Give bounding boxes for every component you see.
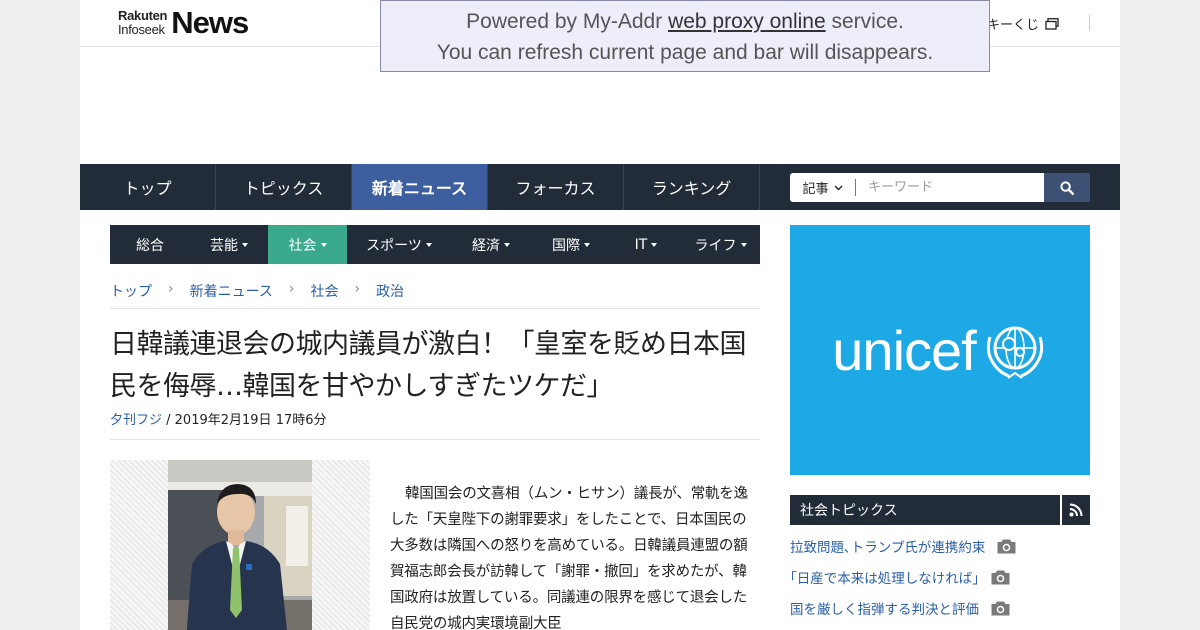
breadcrumb-separator: › — [354, 281, 361, 297]
caret-down-icon — [740, 242, 747, 247]
proxy-notice-bar: Powered by My-Addr web proxy online serv… — [380, 0, 990, 72]
breadcrumb-politics[interactable]: 政治 — [376, 281, 404, 308]
site-logo[interactable]: Rakuten Infoseek News — [118, 5, 249, 40]
rss-icon — [1069, 503, 1083, 517]
search-icon — [1060, 180, 1074, 195]
ad-logo-text: unicef — [832, 318, 976, 382]
caret-down-icon — [584, 242, 590, 247]
topic-link[interactable]: 国を厳しく指弾する判決と評価 — [790, 598, 1010, 618]
divider — [110, 439, 760, 440]
search-type-label: 記事 — [802, 182, 829, 197]
main-nav: トップ トピックス 新着ニュース フォーカス ランキング 記事 — [80, 164, 1120, 210]
breadcrumb-separator: › — [168, 281, 174, 297]
chevron-down-icon — [834, 185, 842, 190]
logo-news: News — [171, 5, 249, 40]
article-date: / 2019年2月19日 17時6分 — [162, 413, 327, 428]
main-nav-top[interactable]: トップ — [80, 164, 216, 210]
caret-down-icon — [425, 242, 432, 247]
article-photo[interactable] — [110, 460, 370, 630]
topic-link[interactable]: ｢日産で本来は処理しなければ｣ — [790, 567, 1010, 587]
caret-down-icon — [242, 242, 248, 247]
breadcrumb-latest[interactable]: 新着ニュース — [190, 281, 273, 308]
breadcrumb-society[interactable]: 社会 — [311, 281, 339, 308]
category-nav: 総合 芸能 社会 スポーツ 経済 国際 IT ライフ — [110, 225, 760, 264]
proxy-notice-line2: You can refresh current page and bar wil… — [436, 41, 934, 64]
camera-icon — [991, 601, 1010, 615]
breadcrumb-top[interactable]: トップ — [110, 281, 152, 308]
logo-brand-top: Rakuten — [118, 8, 168, 23]
topic-link[interactable]: 拉致問題､トランプ氏が連携約束 — [790, 536, 1016, 556]
article-photo-image — [168, 460, 312, 630]
proxy-notice-line1: Powered by My-Addr web proxy online serv… — [466, 10, 904, 33]
main-nav-topics[interactable]: トピックス — [216, 164, 352, 210]
social-topics-title: 社会トピックス — [800, 503, 898, 519]
unicef-emblem-icon — [986, 326, 1043, 379]
breadcrumb-separator: › — [288, 281, 295, 297]
article-title: 日韓議連退会の城内議員が激白！「皇室を貶め日本国民を侮辱…韓国を甘やかしすぎたツ… — [110, 329, 747, 402]
caret-down-icon — [504, 242, 510, 247]
main-nav-ranking[interactable]: ランキング — [624, 164, 760, 210]
proxy-link[interactable]: web proxy online — [668, 10, 826, 33]
search-box: 記事 — [790, 173, 1090, 202]
utility-divider — [1089, 15, 1090, 31]
article-body: 韓国国会の文喜相（ムン・ヒサン）議長が、常軌を逸した「天皇陛下の謝罪要求」をした… — [390, 486, 748, 630]
camera-icon — [997, 539, 1016, 553]
article-byline: 夕刊フジ / 2019年2月19日 17時6分 — [110, 409, 327, 428]
camera-icon — [991, 570, 1010, 584]
logo-brand-bottom: Infoseek — [118, 22, 165, 37]
category-economy[interactable]: 経済 — [451, 225, 531, 264]
category-life[interactable]: ライフ — [681, 225, 760, 264]
search-button[interactable] — [1044, 173, 1090, 202]
category-sports[interactable]: スポーツ — [347, 225, 451, 264]
caret-down-icon — [320, 242, 327, 247]
category-general[interactable]: 総合 — [110, 225, 190, 264]
social-topics-header: 社会トピックス — [790, 495, 1090, 525]
page: Rakuten Infoseek News 位 ラッキーくじ トップ トピックス… — [80, 0, 1120, 630]
category-entertainment[interactable]: 芸能 — [190, 225, 268, 264]
search-type-select[interactable]: 記事 — [790, 179, 856, 197]
main-nav-focus[interactable]: フォーカス — [488, 164, 624, 210]
external-window-icon — [1045, 17, 1059, 30]
advertisement-banner[interactable]: unicef — [790, 225, 1090, 475]
main-nav-latest[interactable]: 新着ニュース — [352, 164, 488, 210]
rss-button[interactable] — [1060, 495, 1090, 525]
category-society[interactable]: 社会 — [268, 225, 347, 264]
category-it[interactable]: IT — [611, 225, 681, 264]
search-input[interactable] — [856, 173, 1044, 202]
article-source[interactable]: 夕刊フジ — [110, 413, 162, 428]
category-international[interactable]: 国際 — [531, 225, 611, 264]
caret-down-icon — [651, 242, 658, 247]
person-photo-illustration — [168, 460, 312, 630]
breadcrumb: トップ › 新着ニュース › 社会 › 政治 — [110, 281, 760, 309]
